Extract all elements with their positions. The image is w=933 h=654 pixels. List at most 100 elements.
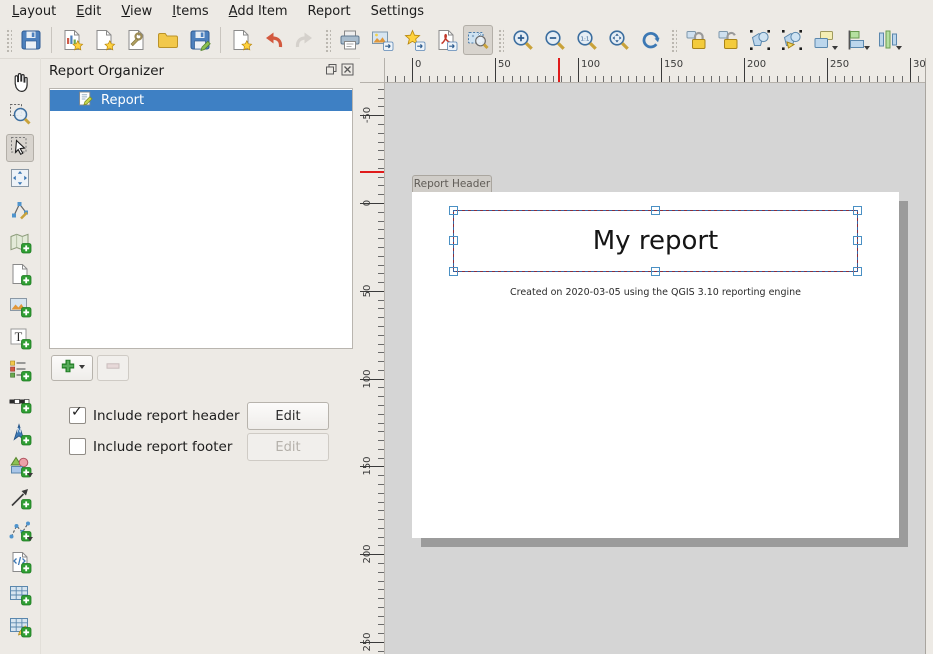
group-icon — [748, 28, 772, 52]
edit-nodes-item-button[interactable] — [6, 198, 34, 226]
ruler-tick — [578, 58, 579, 82]
print-button[interactable] — [335, 25, 365, 55]
horizontal-ruler[interactable]: 050100150200250300 — [385, 58, 925, 83]
float-panel-button[interactable] — [325, 64, 338, 77]
menu-layout[interactable]: Layout — [2, 2, 66, 21]
menu-items[interactable]: Items — [162, 2, 218, 21]
svg-text:1:1: 1:1 — [580, 36, 589, 42]
include-header-checkbox[interactable]: ✓ — [69, 407, 86, 424]
add-attribute-table-button[interactable] — [6, 582, 34, 610]
new-report-button[interactable] — [57, 25, 87, 55]
move-item-content-button[interactable] — [6, 166, 34, 194]
vertical-ruler[interactable]: -50050100150200250 — [360, 83, 385, 654]
add-pages-button[interactable] — [226, 25, 256, 55]
add-scalebar-button[interactable] — [6, 390, 34, 418]
add-legend-button[interactable] — [6, 358, 34, 386]
right-gutter — [925, 58, 933, 654]
menu-settings[interactable]: Settings — [361, 2, 434, 21]
report-settings-button[interactable] — [121, 25, 151, 55]
tree-item-report[interactable]: Report — [50, 90, 352, 111]
new-page-button[interactable] — [89, 25, 119, 55]
menu-items-label: tems — [176, 4, 209, 19]
export-svg-button[interactable] — [399, 25, 429, 55]
add-arrow-button[interactable] — [6, 486, 34, 514]
distribute-items-button[interactable] — [873, 25, 903, 55]
ruler-tick — [412, 58, 413, 82]
unlock-items-button[interactable] — [713, 25, 743, 55]
add-map-button[interactable] — [6, 230, 34, 258]
select-move-item-button[interactable] — [6, 134, 34, 162]
open-folder-button[interactable] — [153, 25, 183, 55]
layout-canvas[interactable]: Report Header My report C — [385, 83, 925, 654]
selected-title-label-item[interactable]: My report — [453, 210, 858, 272]
remove-section-button[interactable] — [97, 355, 129, 381]
add-page-item-button[interactable] — [6, 262, 34, 290]
resize-handle[interactable] — [853, 267, 862, 276]
menu-view[interactable]: View — [111, 2, 162, 21]
resize-handle[interactable] — [651, 206, 660, 215]
ruler-label: 250 — [830, 59, 849, 70]
ruler-tick — [378, 484, 384, 485]
add-picture-button[interactable] — [6, 294, 34, 322]
resize-handle[interactable] — [449, 236, 458, 245]
menu-edit[interactable]: Edit — [66, 2, 111, 21]
ruler-tick — [378, 396, 384, 397]
add-fixed-table-button[interactable] — [6, 614, 34, 642]
menu-report[interactable]: Report — [298, 2, 361, 21]
group-items-button[interactable] — [745, 25, 775, 55]
report-page[interactable]: My report Created on 2020-03-05 using th… — [412, 192, 899, 538]
report-tree[interactable]: Report — [49, 88, 353, 349]
edit-footer-button[interactable]: Edit — [247, 433, 329, 461]
refresh-view-button[interactable] — [636, 25, 666, 55]
raise-items-button[interactable] — [809, 25, 839, 55]
resize-handle[interactable] — [853, 206, 862, 215]
ruler-label: 200 — [747, 59, 766, 70]
export-pdf-button[interactable] — [431, 25, 461, 55]
ruler-tick — [378, 133, 384, 134]
add-north-arrow-button[interactable]: N — [6, 422, 34, 450]
undo-button[interactable] — [258, 25, 288, 55]
resize-handle[interactable] — [651, 267, 660, 276]
report-title-text: My report — [453, 210, 858, 272]
close-panel-button[interactable] — [341, 64, 354, 77]
ruler-tick — [387, 76, 388, 82]
align-items-button[interactable] — [841, 25, 871, 55]
zoom-actual-button[interactable]: 1:1 — [572, 25, 602, 55]
add-section-button[interactable] — [51, 355, 93, 381]
refresh-icon — [639, 28, 663, 52]
edit-header-button[interactable]: Edit — [247, 402, 329, 430]
ruler-tick — [537, 76, 538, 82]
zoom-in-button[interactable] — [508, 25, 538, 55]
menu-add-item[interactable]: Add Item — [219, 2, 298, 21]
add-shape-button[interactable] — [6, 454, 34, 482]
include-header-label: Include report header — [93, 408, 240, 424]
add-label-button[interactable]: T — [6, 326, 34, 354]
add-html-button[interactable] — [6, 550, 34, 578]
dropdown-arrow-icon — [832, 46, 838, 53]
folder-icon — [156, 28, 180, 52]
pan-button[interactable] — [6, 70, 34, 98]
export-image-button[interactable] — [367, 25, 397, 55]
ruler-tick — [902, 76, 903, 82]
preview-settings-button[interactable] — [463, 25, 493, 55]
ruler-tick — [378, 633, 384, 634]
toolbar-grip — [324, 28, 331, 52]
zoom-tool-button[interactable] — [6, 102, 34, 130]
lock-items-button[interactable] — [681, 25, 711, 55]
save-as-button[interactable] — [185, 25, 215, 55]
redo-button[interactable] — [290, 25, 320, 55]
resize-handle[interactable] — [449, 267, 458, 276]
toolbar-separator — [220, 27, 221, 53]
ruler-tick — [470, 76, 471, 82]
ruler-tick — [686, 76, 687, 82]
ungroup-items-button[interactable] — [777, 25, 807, 55]
save-project-button[interactable] — [16, 25, 46, 55]
zoom-out-button[interactable] — [540, 25, 570, 55]
include-footer-checkbox[interactable]: ✓ — [69, 438, 86, 455]
resize-handle[interactable] — [853, 236, 862, 245]
save-icon — [19, 28, 43, 52]
resize-handle[interactable] — [449, 206, 458, 215]
page-settings-icon — [124, 28, 148, 52]
zoom-full-button[interactable] — [604, 25, 634, 55]
add-node-item-button[interactable] — [6, 518, 34, 546]
